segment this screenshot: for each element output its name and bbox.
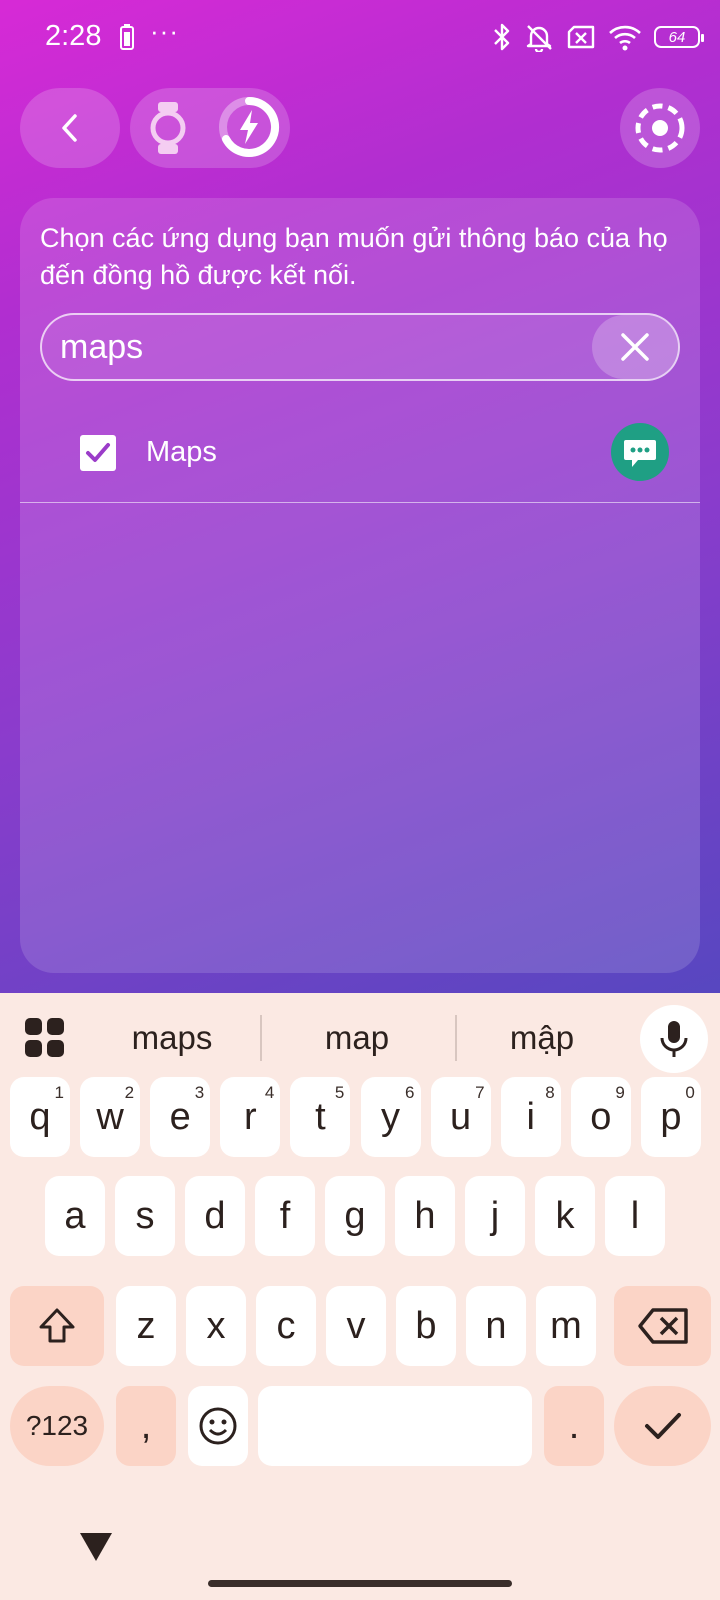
bluetooth-icon [494, 23, 510, 51]
key-q[interactable]: q1 [10, 1077, 70, 1157]
app-checkbox[interactable] [80, 435, 116, 471]
no-sim-icon [567, 25, 595, 49]
key-label: w [96, 1095, 124, 1138]
key-k[interactable]: k [535, 1176, 595, 1256]
more-notifications-icon: ··· [150, 16, 179, 46]
key-hint: 0 [685, 1083, 695, 1102]
suggestion-2[interactable]: map [267, 1019, 447, 1057]
status-time: 2:28 [45, 20, 102, 52]
home-indicator[interactable] [208, 1580, 512, 1587]
space-key[interactable] [258, 1386, 532, 1466]
key-b[interactable]: b [396, 1286, 456, 1366]
key-hint: 9 [615, 1083, 625, 1102]
close-icon [621, 333, 649, 361]
symbols-key[interactable]: ?123 [10, 1386, 104, 1466]
key-i[interactable]: i8 [500, 1077, 561, 1157]
enter-key[interactable] [614, 1386, 711, 1466]
chat-bubble-icon [610, 422, 670, 482]
checkmark-icon [644, 1413, 681, 1439]
wifi-icon [609, 25, 641, 51]
keyboard: maps map mập q1w2e3r4t5y6u7i8o9p0 asdfgh… [0, 993, 720, 1600]
key-g[interactable]: g [325, 1176, 385, 1256]
key-hint: 6 [405, 1083, 415, 1102]
status-bar: 2:28 ··· 64 [0, 0, 720, 78]
checkmark-icon [86, 443, 110, 462]
suggestion-1[interactable]: maps [82, 1019, 262, 1057]
key-y[interactable]: y6 [360, 1077, 421, 1157]
key-hint: 4 [264, 1083, 275, 1102]
shift-key[interactable] [10, 1286, 104, 1366]
key-l[interactable]: l [605, 1176, 665, 1256]
key-label: e [169, 1095, 191, 1138]
list-item[interactable]: Maps [20, 408, 700, 502]
key-hint: 7 [475, 1083, 485, 1102]
key-u[interactable]: u7 [430, 1077, 491, 1157]
suggestion-bar: maps map mập [0, 993, 720, 1085]
key-label: p [660, 1095, 682, 1138]
settings-button[interactable] [620, 88, 700, 168]
battery-saver-icon [120, 24, 134, 55]
key-label: i [526, 1095, 535, 1138]
backspace-icon [637, 1308, 688, 1344]
key-label: r [243, 1095, 257, 1138]
emoji-icon [199, 1407, 237, 1445]
key-o[interactable]: o9 [570, 1077, 631, 1157]
battery-icon: 64 [654, 26, 704, 48]
chevron-left-icon [62, 114, 77, 142]
key-v[interactable]: v [326, 1286, 386, 1366]
divider [260, 1015, 262, 1061]
comma-key[interactable]: , [116, 1386, 176, 1466]
period-key[interactable]: . [544, 1386, 604, 1466]
key-a[interactable]: a [45, 1176, 105, 1256]
key-label: u [450, 1095, 472, 1138]
dashed-circle-icon [635, 103, 685, 153]
search-input[interactable] [60, 323, 580, 371]
apps-grid-icon[interactable] [24, 1017, 66, 1064]
clear-search-button[interactable] [592, 315, 678, 379]
key-hint: 1 [54, 1083, 64, 1102]
key-e[interactable]: e3 [150, 1077, 211, 1157]
suggestion-3[interactable]: mập [452, 1019, 632, 1057]
key-t[interactable]: t5 [290, 1077, 351, 1157]
card-description: Chọn các ứng dụng bạn muốn gửi thông báo… [40, 223, 668, 290]
key-x[interactable]: x [186, 1286, 246, 1366]
key-h[interactable]: h [395, 1176, 455, 1256]
watch-icon[interactable] [148, 100, 188, 161]
emoji-key[interactable] [188, 1386, 248, 1466]
key-p[interactable]: p0 [640, 1077, 701, 1157]
battery-level: 64 [668, 28, 686, 46]
backspace-key[interactable] [614, 1286, 711, 1366]
notification-apps-card: Chọn các ứng dụng bạn muốn gửi thông báo… [20, 198, 700, 973]
lightning-icon[interactable] [216, 94, 282, 165]
app-label: Maps [146, 436, 217, 468]
back-button[interactable] [20, 88, 120, 168]
search-box[interactable] [40, 313, 680, 381]
voice-input-button[interactable] [640, 1005, 708, 1073]
key-label: q [29, 1095, 51, 1138]
key-c[interactable]: c [256, 1286, 316, 1366]
key-n[interactable]: n [466, 1286, 526, 1366]
bell-off-icon [526, 25, 552, 52]
key-f[interactable]: f [255, 1176, 315, 1256]
key-hint: 5 [334, 1083, 345, 1102]
key-label: o [590, 1095, 612, 1138]
key-hint: 8 [545, 1083, 555, 1102]
key-z[interactable]: z [116, 1286, 176, 1366]
key-hint: 3 [194, 1083, 205, 1102]
hide-keyboard-icon[interactable] [78, 1531, 114, 1568]
device-mode-toggle[interactable] [130, 88, 290, 168]
key-label: y [381, 1095, 400, 1138]
status-icons: 64 [492, 22, 704, 52]
key-hint: 2 [124, 1083, 135, 1102]
key-d[interactable]: d [185, 1176, 245, 1256]
key-label: t [315, 1095, 326, 1138]
key-j[interactable]: j [465, 1176, 525, 1256]
key-w[interactable]: w2 [80, 1077, 141, 1157]
key-m[interactable]: m [536, 1286, 596, 1366]
divider [20, 502, 700, 503]
mic-icon [660, 1021, 688, 1057]
key-s[interactable]: s [115, 1176, 175, 1256]
key-r[interactable]: r4 [220, 1077, 281, 1157]
shift-icon [39, 1308, 75, 1343]
